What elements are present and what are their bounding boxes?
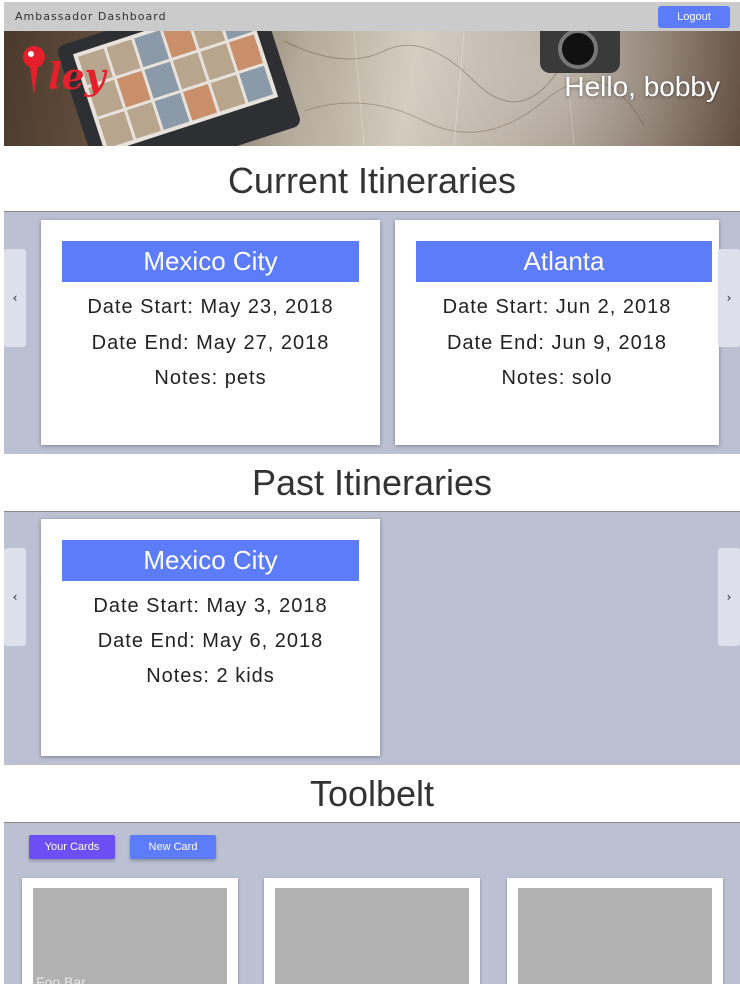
current-itineraries-carousel: ‹ Mexico City Date Start: May 23, 2018 D… [4,212,740,454]
app-title: Ambassador Dashboard [15,10,167,23]
itinerary-date-end: Date End: Jun 9, 2018 [446,332,668,354]
card-thumbnail [33,888,227,984]
toolbelt-heading: Toolbelt [4,765,740,823]
itinerary-date-start: Date Start: Jun 2, 2018 [442,296,672,318]
top-bar: Ambassador Dashboard Logout [4,2,740,31]
chevron-left-icon: ‹ [12,291,18,305]
new-card-button[interactable]: New Card [130,835,216,859]
itinerary-city: Mexico City [62,241,359,282]
itinerary-date-end: Date End: May 6, 2018 [97,630,324,652]
itinerary-notes: Notes: pets [154,367,267,389]
tool-card[interactable] [507,878,723,984]
chevron-left-icon: ‹ [12,590,18,604]
tool-card[interactable] [264,878,480,984]
hero-banner: ley Hello, bobby [4,31,740,146]
past-itineraries-carousel: ‹ Mexico City Date Start: May 3, 2018 Da… [4,512,740,765]
itinerary-card[interactable]: Mexico City Date Start: May 3, 2018 Date… [41,519,380,756]
chevron-right-icon: › [726,291,732,305]
past-itineraries-heading: Past Itineraries [4,454,740,512]
your-cards-button[interactable]: Your Cards [29,835,115,859]
toolbelt-panel: Your Cards New Card Foo Bar [4,823,740,984]
camera-image [540,31,620,73]
greeting-text: Hello, bobby [564,71,720,102]
logo-text: ley [48,56,108,98]
carousel-next-button[interactable]: › [718,249,740,347]
brand-logo[interactable]: ley [20,41,110,111]
itinerary-date-end: Date End: May 27, 2018 [91,332,330,354]
logout-button[interactable]: Logout [658,6,730,28]
current-itineraries-heading: Current Itineraries [4,146,740,212]
chevron-right-icon: › [726,590,732,604]
itinerary-card[interactable]: Mexico City Date Start: May 23, 2018 Dat… [41,220,380,445]
carousel-next-button[interactable]: › [718,548,740,646]
itinerary-city: Atlanta [416,241,712,282]
itinerary-city: Mexico City [62,540,359,581]
card-thumbnail [275,888,469,984]
itinerary-notes: Notes: 2 kids [146,665,275,687]
tool-card[interactable]: Foo Bar [22,878,238,984]
itinerary-card[interactable]: Atlanta Date Start: Jun 2, 2018 Date End… [395,220,719,445]
itinerary-date-start: Date Start: May 23, 2018 [87,296,334,318]
itinerary-date-start: Date Start: May 3, 2018 [93,595,328,617]
card-caption: Foo Bar [36,974,86,984]
carousel-prev-button[interactable]: ‹ [4,249,26,347]
card-thumbnail [518,888,712,984]
itinerary-notes: Notes: solo [501,367,613,389]
carousel-prev-button[interactable]: ‹ [4,548,26,646]
